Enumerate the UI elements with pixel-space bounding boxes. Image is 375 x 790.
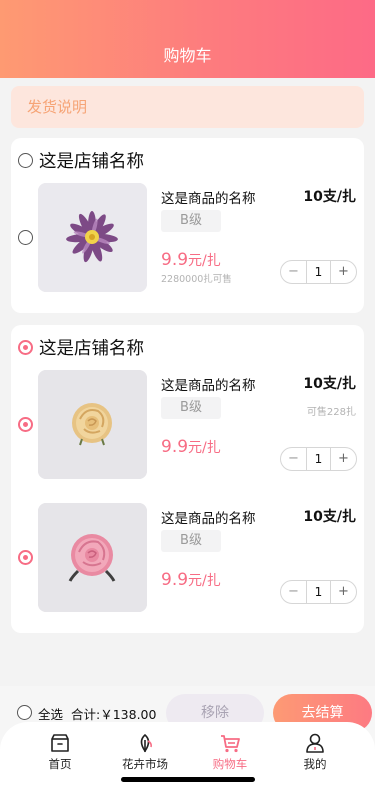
increase-button[interactable]: + [331, 261, 356, 283]
grade-badge: B级 [161, 210, 221, 232]
shop-card: 这是店铺名称 这是商品的名称 10支/扎 B级 9.9元/扎 2280000扎可… [11, 138, 364, 313]
product-image[interactable] [38, 370, 147, 479]
product-name[interactable]: 这是商品的名称 [161, 507, 256, 527]
product-name[interactable]: 这是商品的名称 [161, 187, 256, 207]
product-price: 9.9元/扎 [161, 437, 221, 457]
page-title: 购物车 [163, 46, 212, 65]
tab-label: 购物车 [212, 757, 248, 771]
price-unit: 元/扎 [188, 253, 221, 269]
shop-name[interactable]: 这是店铺名称 [39, 335, 144, 360]
stock-info: 可售228扎 [306, 407, 356, 418]
tab-cart[interactable]: 购物车 [195, 732, 265, 772]
product-image[interactable] [38, 503, 147, 612]
decrease-button[interactable]: − [281, 261, 306, 283]
select-all-label[interactable]: 全选 [38, 704, 63, 723]
quantity-input[interactable]: 1 [306, 448, 331, 470]
tab-label: 我的 [303, 757, 327, 771]
cart-item: 这是商品的名称 10支/扎 B级 9.9元/扎 − 1 + [11, 503, 364, 613]
item-select-radio[interactable] [18, 417, 33, 432]
select-all-radio[interactable] [17, 705, 32, 720]
shop-select-radio[interactable] [18, 339, 33, 355]
product-price: 9.9元/扎 [161, 250, 221, 270]
shop-card: 这是店铺名称 这是商品的名称 10支/扎 B级 可售228扎 9.9元/扎 − … [11, 325, 364, 633]
tab-label: 首页 [48, 757, 72, 771]
quantity-input[interactable]: 1 [306, 261, 331, 283]
cart-icon [221, 735, 240, 753]
price-value: 9.9 [161, 437, 189, 457]
product-name[interactable]: 这是商品的名称 [161, 374, 256, 394]
quantity-stepper: − 1 + [280, 260, 357, 284]
price-value: 9.9 [161, 250, 189, 270]
shipping-notice[interactable]: 发货说明 [11, 86, 364, 128]
shop-select-radio[interactable] [18, 152, 33, 168]
price-value: 9.9 [161, 570, 189, 590]
decrease-button[interactable]: − [281, 448, 306, 470]
product-image[interactable] [38, 183, 147, 292]
user-icon [306, 733, 324, 753]
shop-name[interactable]: 这是店铺名称 [39, 148, 144, 173]
product-unit: 10支/扎 [303, 509, 356, 525]
tab-label: 花卉市场 [122, 757, 168, 771]
tab-home[interactable]: 首页 [25, 732, 95, 772]
quantity-input[interactable]: 1 [306, 581, 331, 603]
price-unit: 元/扎 [188, 573, 221, 589]
item-select-radio[interactable] [18, 550, 33, 565]
grade-badge: B级 [161, 397, 221, 419]
home-icon [51, 734, 69, 752]
home-indicator [121, 777, 255, 782]
increase-button[interactable]: + [331, 581, 356, 603]
grade-badge: B级 [161, 530, 221, 552]
total-amount: 合计:￥138.00 [71, 707, 157, 722]
quantity-stepper: − 1 + [280, 447, 357, 471]
decrease-button[interactable]: − [281, 581, 306, 603]
stock-info: 2280000扎可售 [161, 274, 232, 285]
increase-button[interactable]: + [331, 448, 356, 470]
shop-header: 这是店铺名称 [18, 148, 144, 172]
item-select-radio[interactable] [18, 230, 33, 245]
cart-item: 这是商品的名称 10支/扎 B级 9.9元/扎 2280000扎可售 − 1 + [11, 183, 364, 293]
cart-item: 这是商品的名称 10支/扎 B级 可售228扎 9.9元/扎 − 1 + [11, 370, 364, 480]
tab-profile[interactable]: 我的 [280, 732, 350, 772]
header-bar: 购物车 [0, 0, 375, 78]
product-price: 9.9元/扎 [161, 570, 221, 590]
flower-market-icon [140, 733, 152, 753]
tab-flower-market[interactable]: 花卉市场 [110, 732, 180, 772]
shop-header: 这是店铺名称 [18, 335, 144, 359]
price-unit: 元/扎 [188, 440, 221, 456]
product-unit: 10支/扎 [303, 189, 356, 205]
quantity-stepper: − 1 + [280, 580, 357, 604]
product-unit: 10支/扎 [303, 376, 356, 392]
